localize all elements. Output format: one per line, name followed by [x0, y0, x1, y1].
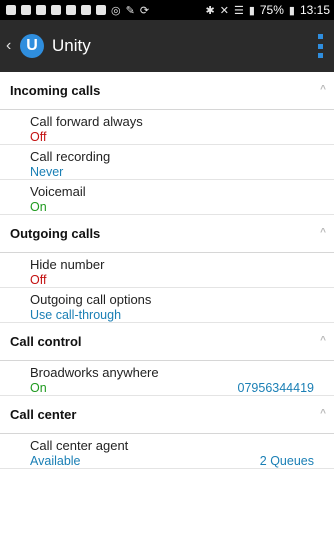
- setting-label: Voicemail: [30, 184, 86, 199]
- section-call-control[interactable]: Call control ^: [0, 323, 334, 361]
- section-title: Outgoing calls: [10, 226, 101, 241]
- setting-label: Call forward always: [30, 114, 143, 129]
- setting-hide-number[interactable]: Hide number Off: [0, 253, 334, 288]
- battery-percent: 75%: [259, 3, 284, 17]
- setting-label: Broadworks anywhere: [30, 365, 159, 380]
- mute-icon: ✕: [219, 4, 229, 17]
- notification-icon: [21, 5, 31, 15]
- setting-label: Call recording: [30, 149, 111, 164]
- setting-voicemail[interactable]: Voicemail On: [0, 180, 334, 215]
- setting-value: Off: [30, 130, 47, 144]
- setting-label: Outgoing call options: [30, 292, 152, 307]
- system-indicators: ✱ ✕ ☰ ▮ 75% ▮ 13:15: [206, 0, 331, 20]
- collapse-caret-icon[interactable]: ^: [320, 227, 326, 238]
- section-title: Incoming calls: [10, 83, 101, 98]
- section-title: Call center: [10, 407, 77, 422]
- setting-call-forward-always[interactable]: Call forward always Off: [0, 110, 334, 145]
- section-title: Call control: [10, 334, 82, 349]
- battery-icon: ▮: [288, 4, 295, 17]
- section-incoming-calls[interactable]: Incoming calls ^: [0, 72, 334, 110]
- notification-icon: [36, 5, 46, 15]
- setting-outgoing-call-options[interactable]: Outgoing call options Use call-through: [0, 288, 334, 323]
- status-bar: ◎ ✎ ⟳ ✱ ✕ ☰ ▮ 75% ▮ 13:15: [0, 0, 334, 20]
- setting-value: Use call-through: [30, 308, 122, 322]
- queue-count: 2 Queues: [259, 454, 314, 468]
- status-time: 13:15: [299, 3, 330, 17]
- setting-label: Call center agent: [30, 438, 129, 453]
- back-chevron-icon[interactable]: ‹: [6, 37, 18, 55]
- setting-label: Hide number: [30, 257, 105, 272]
- collapse-caret-icon[interactable]: ^: [320, 408, 326, 419]
- vpn-icon: ◎: [111, 4, 121, 17]
- sync-icon: ⟳: [139, 4, 150, 17]
- setting-broadworks-anywhere[interactable]: Broadworks anywhere On 07956344419: [0, 361, 334, 396]
- notification-icons: ◎ ✎ ⟳: [0, 4, 149, 17]
- wifi-icon: ☰: [233, 4, 244, 17]
- signal-icon: ▮: [248, 4, 255, 17]
- setting-value: Never: [30, 165, 64, 179]
- section-call-center[interactable]: Call center ^: [0, 396, 334, 434]
- collapse-caret-icon[interactable]: ^: [320, 84, 326, 95]
- setting-value: On: [30, 200, 47, 214]
- collapse-caret-icon[interactable]: ^: [320, 335, 326, 346]
- setting-call-center-agent[interactable]: Call center agent Available 2 Queues: [0, 434, 334, 469]
- bluetooth-icon: ✱: [205, 4, 215, 17]
- overflow-menu-icon[interactable]: [318, 34, 324, 58]
- notification-icon: [6, 5, 16, 15]
- setting-value: On: [30, 381, 47, 395]
- notification-icon: [51, 5, 61, 15]
- setting-call-recording[interactable]: Call recording Never: [0, 145, 334, 180]
- app-bar: ‹ U Unity: [0, 20, 334, 72]
- settings-list: Incoming calls ^ Call forward always Off…: [0, 72, 334, 469]
- section-outgoing-calls[interactable]: Outgoing calls ^: [0, 215, 334, 253]
- setting-value: Off: [30, 273, 47, 287]
- app-title: Unity: [52, 36, 91, 55]
- tools-icon: ✎: [125, 4, 135, 17]
- phone-number: 07956344419: [237, 381, 314, 395]
- notification-icon: [96, 5, 106, 15]
- app-logo[interactable]: U: [20, 34, 44, 58]
- notification-icon: [81, 5, 91, 15]
- setting-value: Available: [30, 454, 81, 468]
- app-logo-letter: U: [26, 37, 38, 54]
- notification-icon: [66, 5, 76, 15]
